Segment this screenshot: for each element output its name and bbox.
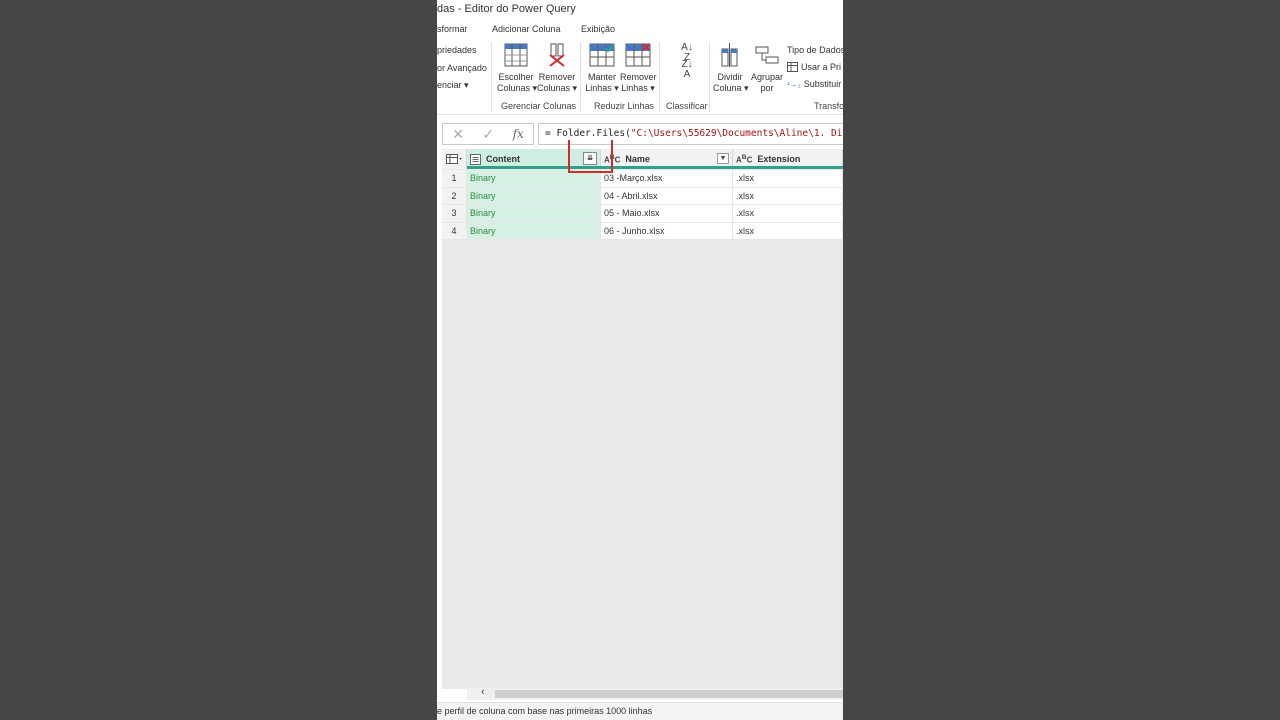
ribbon-separator (659, 42, 660, 112)
remover-linhas-button[interactable]: Remover Linhas ▾ (620, 43, 657, 94)
sort-descending-button[interactable]: Z↓ A (677, 60, 697, 80)
usar-primeira-linha-button[interactable]: Usar a Pri (787, 62, 841, 72)
transformar-label: Transfo (814, 101, 843, 111)
tab-exibicao[interactable]: Exibição (581, 24, 615, 34)
split-column-icon (713, 43, 747, 67)
name-cell[interactable]: 05 - Maio.xlsx (601, 205, 733, 223)
reduzir-linhas-label: Reduzir Linhas (594, 101, 655, 111)
formula-input[interactable]: = Folder.Files("C:\Users\55629\Documents… (538, 123, 843, 145)
binary-cell[interactable]: Binary (467, 205, 601, 223)
extension-cell[interactable]: .xlsx (733, 187, 843, 205)
power-query-window: das - Editor do Power Query sformar Adic… (437, 0, 843, 720)
row-number[interactable]: 2 (442, 187, 467, 205)
extension-cell[interactable]: .xlsx (733, 170, 843, 188)
name-cell[interactable]: 06 - Junho.xlsx (601, 222, 733, 240)
extension-cell[interactable]: .xlsx (733, 222, 843, 240)
tab-transformar[interactable]: sformar (437, 24, 468, 34)
manter-linhas-button[interactable]: Manter Linhas ▾ (585, 43, 619, 94)
ribbon: priedades or Avançado enciar ▾ Escolher … (437, 38, 843, 115)
text-type-icon: ABC (604, 153, 621, 165)
replace-icon: ¹→₂ (787, 79, 801, 89)
text-type-icon: ABC (736, 153, 753, 165)
ribbon-separator (491, 42, 492, 112)
extension-cell[interactable]: .xlsx (733, 205, 843, 223)
ribbon-separator (580, 42, 581, 112)
dividir-coluna-button[interactable]: Dividir Coluna ▾ (713, 43, 749, 94)
ribbon-separator (709, 42, 710, 112)
window-title: das - Editor do Power Query (437, 3, 576, 15)
name-cell[interactable]: 03 -Março.xlsx (601, 170, 733, 188)
table-icon (787, 62, 798, 72)
binary-cell[interactable]: Binary (467, 222, 601, 240)
formula-buttons: ✕ ✓ fx (442, 123, 534, 145)
group-by-icon (749, 43, 785, 67)
column-quality-bar (467, 166, 843, 169)
table-icon (446, 154, 462, 164)
substituir-valores-button[interactable]: ¹→₂ Substituir V (787, 79, 843, 89)
row-number[interactable]: 3 (442, 205, 467, 223)
agrupar-por-button[interactable]: Agrupar por (749, 43, 785, 94)
status-bar: e perfil de coluna com base nas primeira… (437, 702, 843, 720)
fx-icon[interactable]: fx (513, 127, 524, 141)
list-type-icon (470, 153, 481, 165)
table-columns-icon (497, 43, 535, 67)
expand-binary-icon[interactable]: ⇊ (583, 152, 597, 165)
classificar-label: Classificar (666, 101, 708, 111)
remove-rows-icon (620, 43, 656, 67)
name-cell[interactable]: 04 - Abril.xlsx (601, 187, 733, 205)
escolher-colunas-button[interactable]: Escolher Colunas ▾ (497, 43, 537, 94)
table-row: 1 Binary 03 -Março.xlsx .xlsx (442, 170, 843, 188)
row-number[interactable]: 4 (442, 222, 467, 240)
table-row: 3 Binary 05 - Maio.xlsx .xlsx (442, 205, 843, 223)
sort-za-icon: Z↓ A (681, 59, 693, 80)
remove-columns-icon (537, 43, 577, 67)
table-row: 2 Binary 04 - Abril.xlsx .xlsx (442, 187, 843, 205)
keep-rows-icon (585, 43, 619, 67)
table-menu-button[interactable] (442, 149, 467, 169)
scroll-thumb[interactable] (495, 690, 843, 698)
tipo-de-dados-dropdown[interactable]: Tipo de Dados (787, 45, 843, 55)
confirm-icon[interactable]: ✓ (482, 126, 494, 143)
table-row: 4 Binary 06 - Junho.xlsx .xlsx (442, 222, 843, 240)
data-grid: Content ⇊ ABC Name ▼ ABC Extension 1 Bin… (442, 149, 843, 689)
binary-cell[interactable]: Binary (467, 187, 601, 205)
row-number[interactable]: 1 (442, 170, 467, 188)
formula-bar: ✕ ✓ fx = Folder.Files("C:\Users\55629\Do… (442, 123, 843, 145)
scroll-left-icon[interactable]: ‹ (481, 686, 485, 698)
remover-colunas-button[interactable]: Remover Colunas ▾ (537, 43, 577, 94)
filter-dropdown-icon[interactable]: ▼ (717, 153, 729, 164)
binary-cell[interactable]: Binary (467, 170, 601, 188)
horizontal-scrollbar[interactable]: ‹ (467, 686, 843, 700)
gerenciar-button[interactable]: enciar ▾ (437, 80, 469, 91)
editor-avancado-button[interactable]: or Avançado (437, 63, 487, 73)
cancel-icon[interactable]: ✕ (452, 126, 464, 143)
tab-adicionar-coluna[interactable]: Adicionar Coluna (492, 24, 561, 34)
gerenciar-colunas-label: Gerenciar Colunas (501, 101, 577, 111)
propriedades-button[interactable]: priedades (437, 45, 477, 55)
